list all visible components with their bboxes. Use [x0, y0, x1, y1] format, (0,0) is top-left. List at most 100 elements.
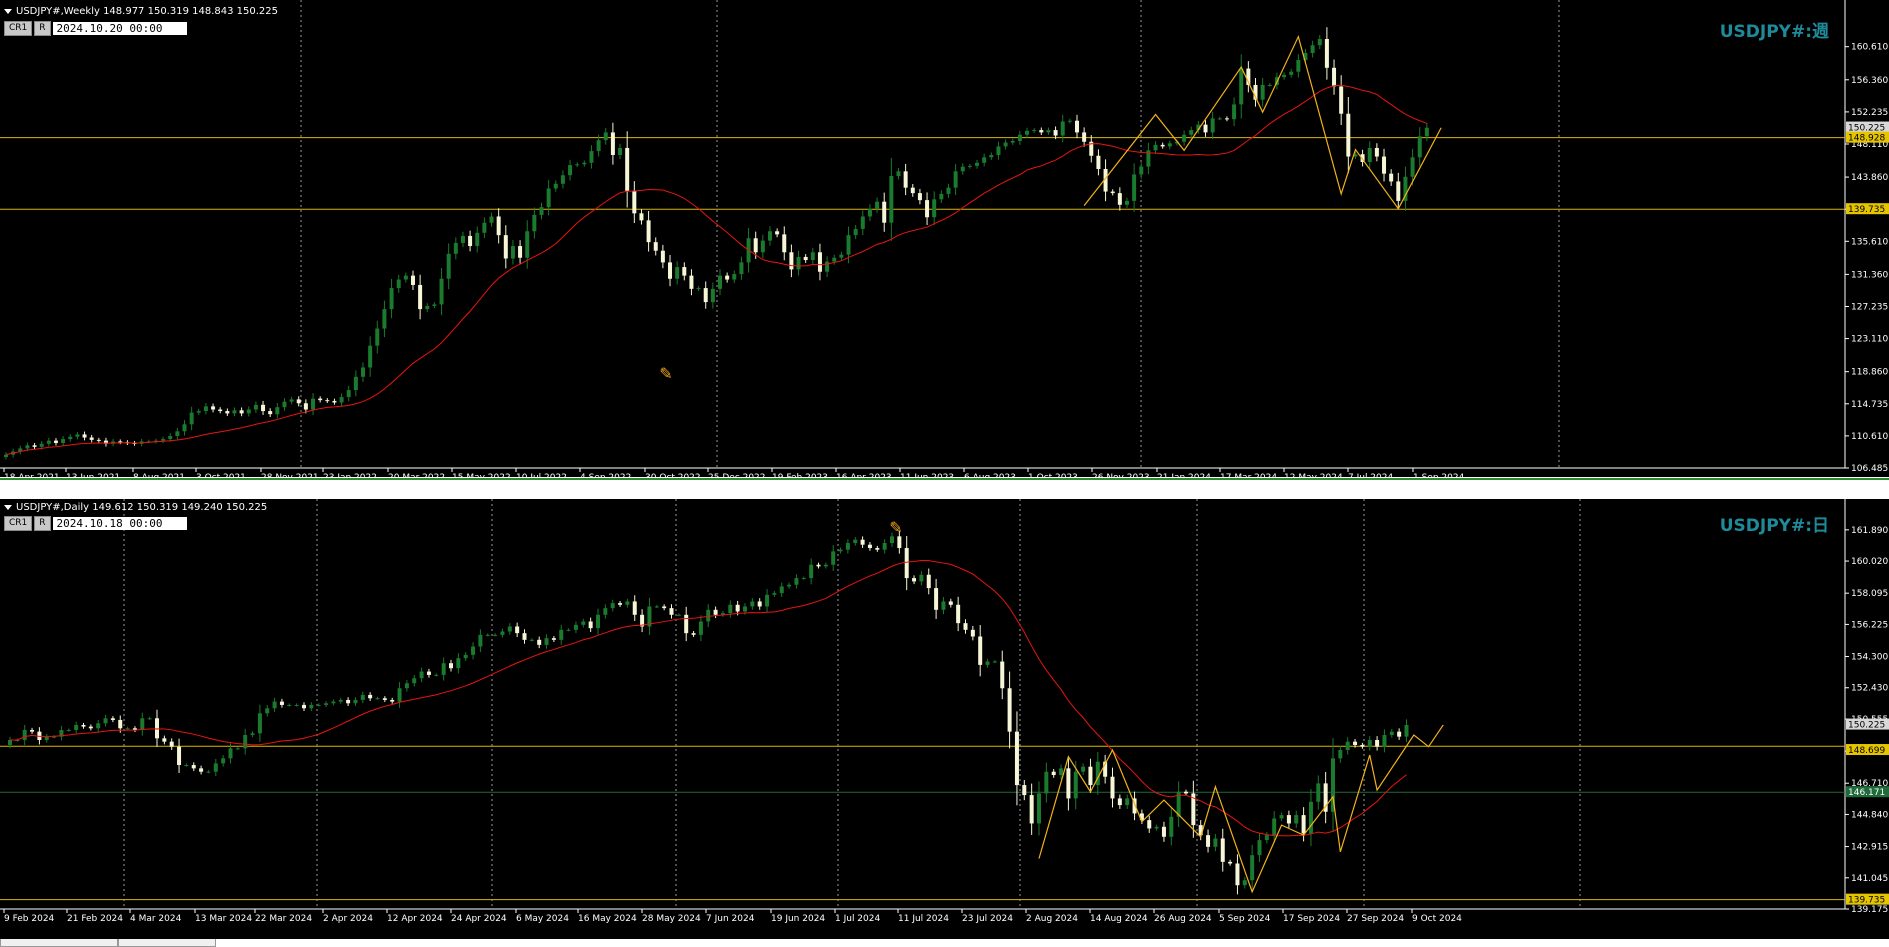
- candle-body[interactable]: [1424, 127, 1429, 137]
- candle-body[interactable]: [177, 746, 182, 766]
- candle-body[interactable]: [382, 309, 387, 329]
- candle-body[interactable]: [168, 435, 173, 440]
- daily-chart-svg[interactable]: 161.890 160.020 158.095 156.225 154.300 152.4…: [0, 499, 1889, 939]
- candle-body[interactable]: [610, 132, 615, 155]
- candle-body[interactable]: [810, 252, 815, 261]
- candle-body[interactable]: [1017, 134, 1022, 141]
- candle-body[interactable]: [346, 390, 351, 398]
- candle-body[interactable]: [218, 409, 223, 412]
- candle-body[interactable]: [1088, 766, 1093, 786]
- candle-body[interactable]: [332, 400, 337, 403]
- candle-body[interactable]: [1082, 132, 1087, 142]
- candle-body[interactable]: [559, 629, 564, 640]
- candle-body[interactable]: [860, 216, 865, 229]
- candle-body[interactable]: [1353, 741, 1358, 746]
- candle-body[interactable]: [882, 201, 887, 223]
- candle-body[interactable]: [346, 699, 351, 704]
- candle-body[interactable]: [618, 603, 623, 605]
- candle-body[interactable]: [1210, 118, 1215, 133]
- candle-body[interactable]: [1067, 120, 1072, 122]
- candle-body[interactable]: [61, 439, 66, 443]
- candle-body[interactable]: [803, 256, 808, 261]
- candle-body[interactable]: [809, 564, 814, 579]
- candle-body[interactable]: [1389, 731, 1394, 735]
- candle-body[interactable]: [1044, 771, 1049, 794]
- candle-body[interactable]: [767, 231, 772, 241]
- chevron-down-icon[interactable]: [4, 504, 12, 510]
- candle-body[interactable]: [191, 765, 196, 769]
- candle-body[interactable]: [74, 724, 79, 730]
- candle-body[interactable]: [110, 718, 115, 720]
- candle-body[interactable]: [468, 235, 473, 247]
- candle-body[interactable]: [296, 399, 301, 404]
- candle-body[interactable]: [632, 601, 637, 615]
- candle-body[interactable]: [96, 439, 101, 441]
- candle-body[interactable]: [125, 728, 130, 730]
- daily-datetime-field[interactable]: 2024.10.18 00:00: [52, 516, 187, 530]
- candle-body[interactable]: [890, 536, 894, 544]
- candle-body[interactable]: [676, 614, 681, 616]
- candle-body[interactable]: [760, 240, 765, 253]
- candle-body[interactable]: [669, 608, 674, 615]
- candle-body[interactable]: [1228, 861, 1233, 864]
- candle-body[interactable]: [410, 275, 415, 285]
- candle-body[interactable]: [1360, 745, 1365, 747]
- candle-body[interactable]: [46, 440, 51, 444]
- candle-body[interactable]: [1184, 791, 1188, 794]
- candle-body[interactable]: [823, 564, 828, 567]
- candle-body[interactable]: [573, 624, 578, 630]
- candle-body[interactable]: [239, 410, 244, 414]
- candle-body[interactable]: [1367, 147, 1372, 162]
- candle-body[interactable]: [1060, 121, 1065, 136]
- candle-body[interactable]: [934, 588, 939, 610]
- candle-body[interactable]: [275, 407, 280, 415]
- candle-body[interactable]: [691, 633, 696, 635]
- candle-body[interactable]: [169, 741, 174, 747]
- candle-body[interactable]: [1250, 855, 1255, 881]
- candle-body[interactable]: [475, 232, 480, 247]
- candle-body[interactable]: [728, 604, 733, 614]
- candle-body[interactable]: [1317, 39, 1322, 46]
- candle-body[interactable]: [675, 267, 680, 279]
- candle-body[interactable]: [1260, 84, 1265, 100]
- candle-body[interactable]: [1332, 67, 1337, 87]
- candle-body[interactable]: [211, 406, 216, 410]
- candle-body[interactable]: [975, 162, 980, 166]
- candle-body[interactable]: [910, 187, 915, 194]
- candle-body[interactable]: [787, 584, 792, 587]
- candle-body[interactable]: [682, 267, 687, 276]
- candle-body[interactable]: [1167, 143, 1172, 147]
- candle-body[interactable]: [1059, 768, 1064, 776]
- candle-body[interactable]: [404, 683, 409, 689]
- candle-body[interactable]: [246, 409, 251, 414]
- candle-body[interactable]: [439, 278, 444, 305]
- candle-body[interactable]: [1039, 130, 1044, 133]
- candle-body[interactable]: [1235, 863, 1240, 886]
- candle-body[interactable]: [30, 729, 35, 732]
- candle-body[interactable]: [546, 188, 551, 208]
- candle-body[interactable]: [875, 548, 880, 550]
- candle-body[interactable]: [500, 631, 505, 635]
- candle-body[interactable]: [456, 658, 461, 669]
- candle-body[interactable]: [589, 151, 594, 163]
- candle-body[interactable]: [302, 704, 306, 709]
- candle-body[interactable]: [982, 157, 987, 163]
- candle-body[interactable]: [203, 406, 208, 412]
- candle-body[interactable]: [289, 399, 294, 402]
- daily-chart-pane[interactable]: 161.890 160.020 158.095 156.225 154.300 152.4…: [0, 499, 1889, 939]
- weekly-cr1-button[interactable]: CR1: [4, 20, 33, 36]
- candle-body[interactable]: [632, 190, 637, 214]
- candle-body[interactable]: [919, 574, 924, 582]
- candle-body[interactable]: [544, 638, 549, 645]
- candle-body[interactable]: [485, 634, 490, 636]
- candle-body[interactable]: [566, 629, 571, 631]
- candle-body[interactable]: [1066, 768, 1071, 799]
- candle-body[interactable]: [525, 231, 530, 258]
- candle-body[interactable]: [925, 200, 930, 218]
- candle-body[interactable]: [992, 661, 997, 663]
- candle-body[interactable]: [639, 213, 644, 221]
- candle-body[interactable]: [360, 694, 365, 700]
- candle-body[interactable]: [832, 257, 837, 262]
- candle-body[interactable]: [750, 601, 755, 607]
- crosshair-marker-icon[interactable]: ✎: [889, 518, 902, 537]
